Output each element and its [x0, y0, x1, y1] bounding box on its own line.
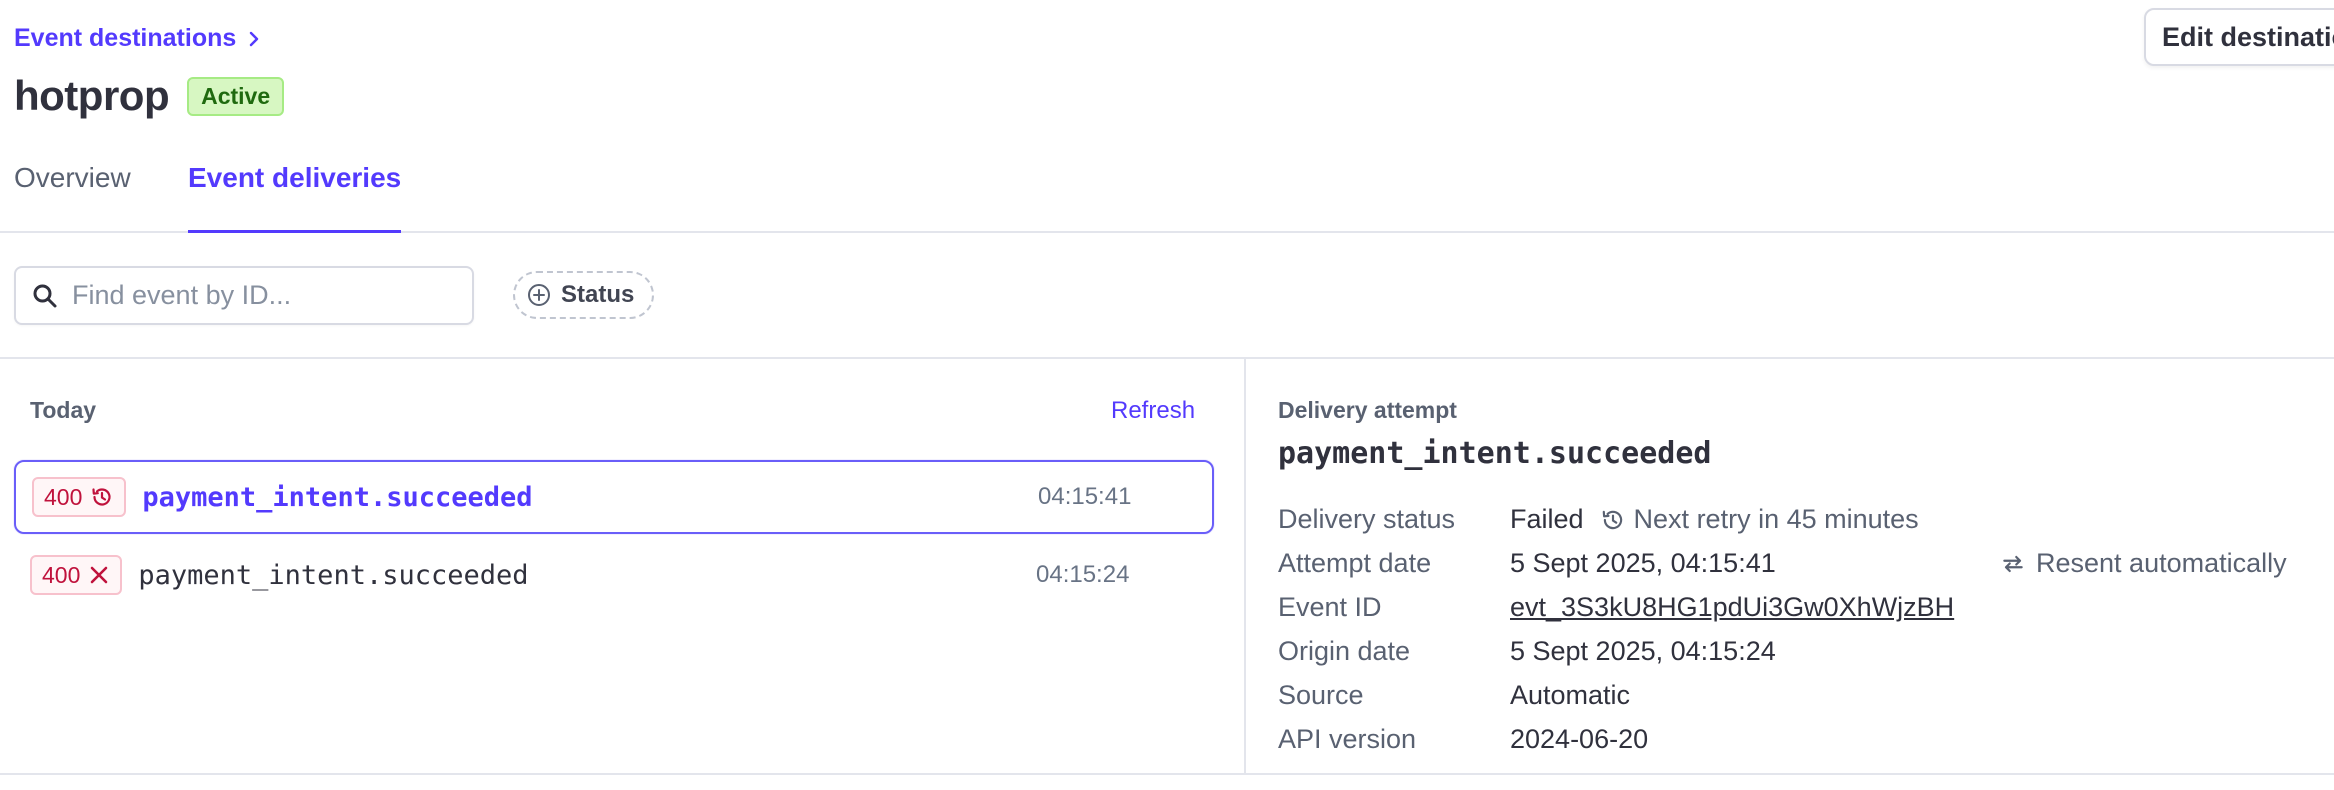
event-id-label: Event ID [1278, 592, 1382, 622]
source-value: Automatic [1510, 680, 1631, 710]
event-name: payment_intent.succeeded [142, 481, 533, 513]
delivery-row[interactable]: 400 payment_intent.succeeded 04:15:41 [14, 460, 1214, 534]
status-filter-label: Status [561, 281, 635, 308]
search-input[interactable] [72, 280, 452, 311]
divider [0, 357, 2334, 359]
search-field[interactable] [14, 266, 474, 325]
origin-date-value: 5 Sept 2025, 04:15:24 [1510, 636, 1776, 666]
event-time: 04:15:41 [1038, 483, 1132, 510]
resent-text: Resent automatically [2036, 548, 2287, 578]
delivery-row[interactable]: 400 payment_intent.succeeded 04:15:24 [14, 538, 1214, 612]
status-code: 400 [42, 561, 81, 588]
history-icon [92, 488, 111, 506]
status-badge: Active [187, 76, 285, 116]
status-code: 400 [44, 483, 83, 510]
tab-event-deliveries[interactable]: Event deliveries [188, 162, 402, 233]
event-id-link[interactable]: evt_3S3kU8HG1pdUi3Gw0XhWjzBH [1510, 592, 1954, 623]
edit-destination-button[interactable]: Edit destination [2144, 8, 2334, 66]
resent-automatically: Resent automatically [2000, 548, 2287, 579]
event-name: payment_intent.succeeded [138, 559, 529, 591]
panel-divider [1244, 358, 1246, 774]
next-retry-text: Next retry in 45 minutes [1633, 504, 1919, 534]
x-icon [91, 566, 108, 584]
page-title: hotprop [14, 72, 170, 119]
repeat-icon [2003, 555, 2023, 572]
source-label: Source [1278, 680, 1364, 710]
delivery-status-label: Delivery status [1278, 504, 1456, 534]
api-version-label: API version [1278, 724, 1417, 754]
delivery-status-value: Failed Next retry in 45 minutes [1510, 504, 1919, 535]
refresh-button[interactable]: Refresh [1111, 397, 1195, 425]
attempt-date-label: Attempt date [1278, 548, 1432, 578]
history-icon [1602, 510, 1622, 529]
tab-overview[interactable]: Overview [14, 162, 131, 233]
page: Event destinations hotprop Active Edit d… [0, 0, 2334, 790]
tab-bar: Overview Event deliveries [0, 150, 2334, 233]
title-row: hotprop Active [14, 72, 285, 120]
api-version-value: 2024-06-20 [1510, 724, 1649, 754]
detail-heading: Delivery attempt [1278, 397, 1457, 423]
attempt-date-value: 5 Sept 2025, 04:15:41 [1510, 548, 1776, 578]
search-icon [33, 284, 57, 307]
status-code-badge: 400 [32, 477, 127, 517]
breadcrumb-event-destinations[interactable]: Event destinations [14, 24, 264, 53]
status-filter-chip[interactable]: Status [513, 271, 655, 319]
event-time: 04:15:24 [1036, 561, 1130, 588]
next-retry: Next retry in 45 minutes [1600, 504, 1919, 535]
status-code-badge: 400 [30, 555, 123, 595]
origin-date-label: Origin date [1278, 636, 1411, 666]
delivery-status-text: Failed [1510, 504, 1584, 534]
divider [0, 773, 2334, 775]
chevron-right-icon [250, 31, 259, 46]
detail-event-name: payment_intent.succeeded [1278, 436, 1712, 471]
group-label-today: Today [30, 397, 97, 423]
breadcrumb-label: Event destinations [14, 24, 237, 52]
plus-circle-icon [528, 284, 550, 306]
